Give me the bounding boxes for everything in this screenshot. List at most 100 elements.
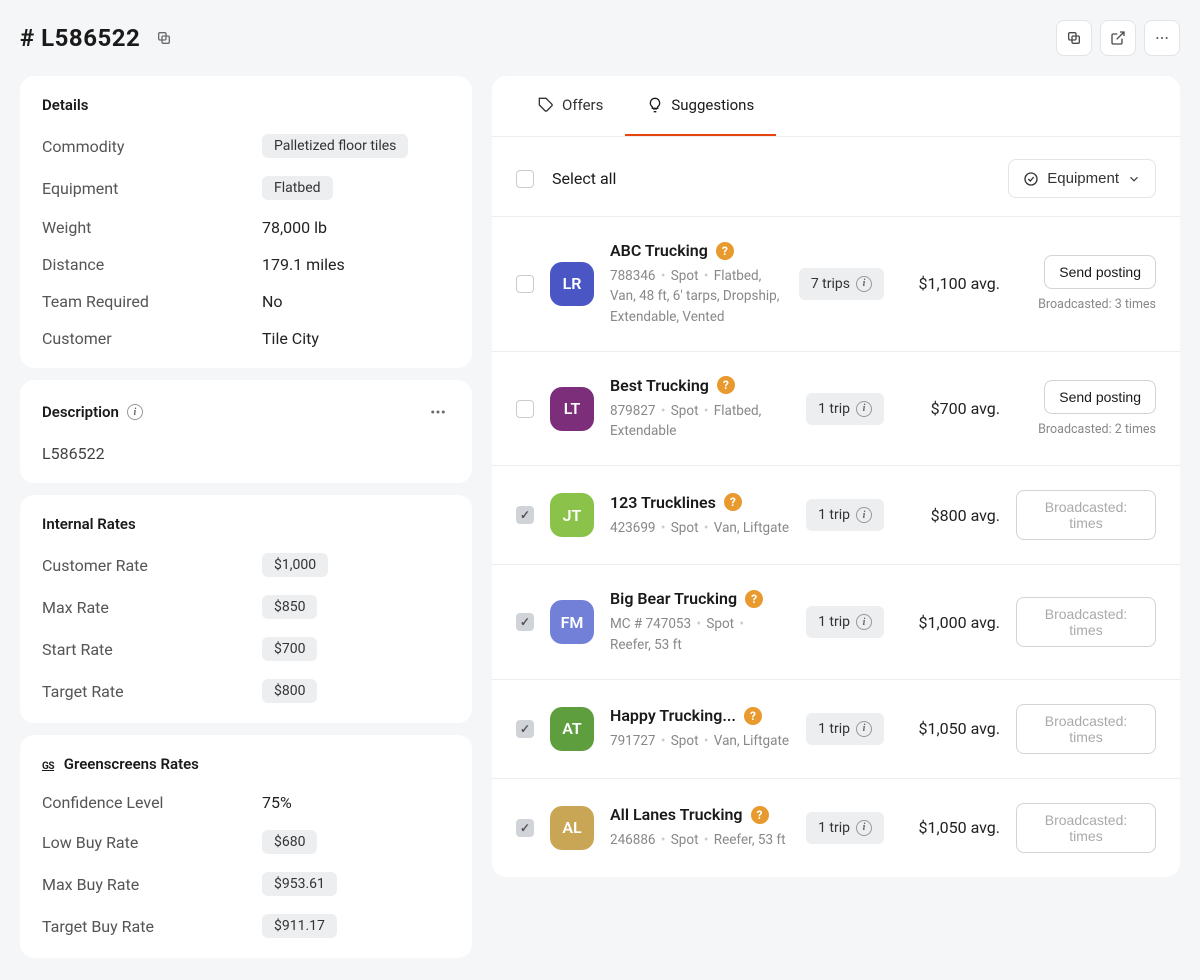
carrier-meta: 788346 • Spot • Flatbed, Van, 48 ft, 6' … [610,266,783,327]
send-posting-button[interactable]: Send posting [1044,255,1156,289]
carrier-avatar: JT [550,493,594,537]
trips-badge[interactable]: 1 trip [806,606,884,638]
tab-offers[interactable]: Offers [516,76,625,136]
more-horizontal-icon [429,403,447,421]
carrier-meta: 791727 • Spot • Van, Liftgate [610,731,790,751]
carrier-name: Best Trucking [610,376,709,395]
info-icon[interactable] [127,404,143,420]
more-menu-button[interactable] [1144,20,1180,56]
carrier-info: Big Bear Trucking? MC # 747053 • Spot • R… [610,589,790,655]
open-external-button[interactable] [1100,20,1136,56]
carrier-name: ABC Trucking [610,241,708,260]
broadcasted-status-button: Broadcasted: times [1016,490,1156,540]
start-rate-label: Start Rate [42,640,262,659]
more-horizontal-icon [1154,30,1170,46]
low-buy-rate-label: Low Buy Rate [42,833,262,852]
tabs: Offers Suggestions [492,76,1180,137]
copy-id-button[interactable] [152,26,176,50]
carrier-average-rate: $1,050 avg. [900,719,1000,738]
carrier-checkbox[interactable] [516,275,534,293]
details-card: Details Commodity Palletized floor tiles… [20,76,472,368]
carrier-row: AT Happy Trucking...? 791727 • Spot • Van,… [492,679,1180,778]
broadcasted-count: Broadcasted: 3 times [1016,297,1156,312]
question-badge-icon[interactable]: ? [724,493,742,511]
equipment-value: Flatbed [262,176,333,200]
internal-rates-card: Internal Rates Customer Rate $1,000 Max … [20,495,472,723]
trips-badge[interactable]: 1 trip [806,499,884,531]
commodity-value: Palletized floor tiles [262,134,408,158]
trips-badge[interactable]: 7 trips [799,268,884,300]
carrier-info: ABC Trucking? 788346 • Spot • Flatbed, Va… [610,241,783,327]
carrier-avatar: LT [550,387,594,431]
question-badge-icon[interactable]: ? [744,707,762,725]
lightbulb-icon [647,97,663,113]
carrier-name: Happy Trucking... [610,706,736,725]
customer-value: Tile City [262,329,319,348]
broadcasted-count: Broadcasted: 2 times [1016,422,1156,437]
info-icon [856,401,872,417]
question-badge-icon[interactable]: ? [751,806,769,824]
carrier-checkbox[interactable] [516,400,534,418]
carrier-checkbox[interactable] [516,613,534,631]
details-title: Details [42,96,450,114]
carrier-meta: 879827 • Spot • Flatbed, Extendable [610,401,790,442]
info-icon [856,721,872,737]
start-rate-value: $700 [262,637,317,661]
duplicate-button[interactable] [1056,20,1092,56]
low-buy-rate-value: $680 [262,830,317,854]
carrier-name: Big Bear Trucking [610,589,737,608]
carrier-avatar: LR [550,262,594,306]
trips-badge[interactable]: 1 trip [806,713,884,745]
customer-rate-label: Customer Rate [42,556,262,575]
carrier-checkbox[interactable] [516,720,534,738]
tag-icon [538,97,554,113]
tab-offers-label: Offers [562,96,603,114]
greenscreens-prefix: GS [42,761,54,772]
target-buy-rate-label: Target Buy Rate [42,917,262,936]
info-icon [856,276,872,292]
carrier-action-column: Send posting Broadcasted: 2 times [1016,380,1156,437]
equipment-filter-label: Equipment [1047,170,1119,187]
carrier-row: LT Best Trucking? 879827 • Spot • Flatbed,… [492,351,1180,466]
carrier-average-rate: $1,100 avg. [900,274,1000,293]
carrier-action-column: Broadcasted: times [1016,803,1156,853]
load-id-title: # L586522 [20,24,140,52]
carrier-info: 123 Trucklines?423699 • Spot • Van, Lift… [610,493,790,538]
page-header: # L586522 [20,20,1180,56]
carrier-name: All Lanes Trucking [610,805,743,824]
carrier-checkbox[interactable] [516,819,534,837]
carrier-list: LR ABC Trucking? 788346 • Spot • Flatbed, … [492,216,1180,877]
send-posting-button[interactable]: Send posting [1044,380,1156,414]
trips-badge[interactable]: 1 trip [806,393,884,425]
external-link-icon [1110,30,1126,46]
select-all-checkbox[interactable] [516,170,534,188]
copy-icon [1066,30,1082,46]
question-badge-icon[interactable]: ? [716,242,734,260]
carrier-name: 123 Trucklines [610,493,716,512]
tab-suggestions[interactable]: Suggestions [625,76,776,136]
equipment-filter-button[interactable]: Equipment [1008,159,1156,198]
broadcasted-status-button: Broadcasted: times [1016,803,1156,853]
target-buy-rate-value: $911.17 [262,914,337,938]
offers-panel: Offers Suggestions Select all Equipment [492,76,1180,877]
question-badge-icon[interactable]: ? [745,590,763,608]
check-circle-icon [1023,171,1039,187]
description-more-button[interactable] [426,400,450,424]
question-badge-icon[interactable]: ? [717,376,735,394]
max-buy-rate-value: $953.61 [262,872,337,896]
carrier-info: Happy Trucking...? 791727 • Spot • Van, L… [610,706,790,751]
broadcasted-status-button: Broadcasted: times [1016,597,1156,647]
customer-rate-value: $1,000 [262,553,328,577]
distance-value: 179.1 miles [262,255,345,274]
carrier-info: All Lanes Trucking?246886 • Spot • Reefe… [610,805,790,850]
team-required-label: Team Required [42,292,262,311]
trips-badge[interactable]: 1 trip [806,812,884,844]
carrier-row: ALAll Lanes Trucking?246886 • Spot • Ree… [492,778,1180,877]
distance-label: Distance [42,255,262,274]
carrier-checkbox[interactable] [516,506,534,524]
greenscreens-title: Greenscreens Rates [64,755,199,773]
carrier-average-rate: $800 avg. [900,506,1000,525]
carrier-meta: MC # 747053 • Spot • Reefer, 53 ft [610,614,790,655]
carrier-avatar: AT [550,707,594,751]
description-card: Description L586522 [20,380,472,483]
